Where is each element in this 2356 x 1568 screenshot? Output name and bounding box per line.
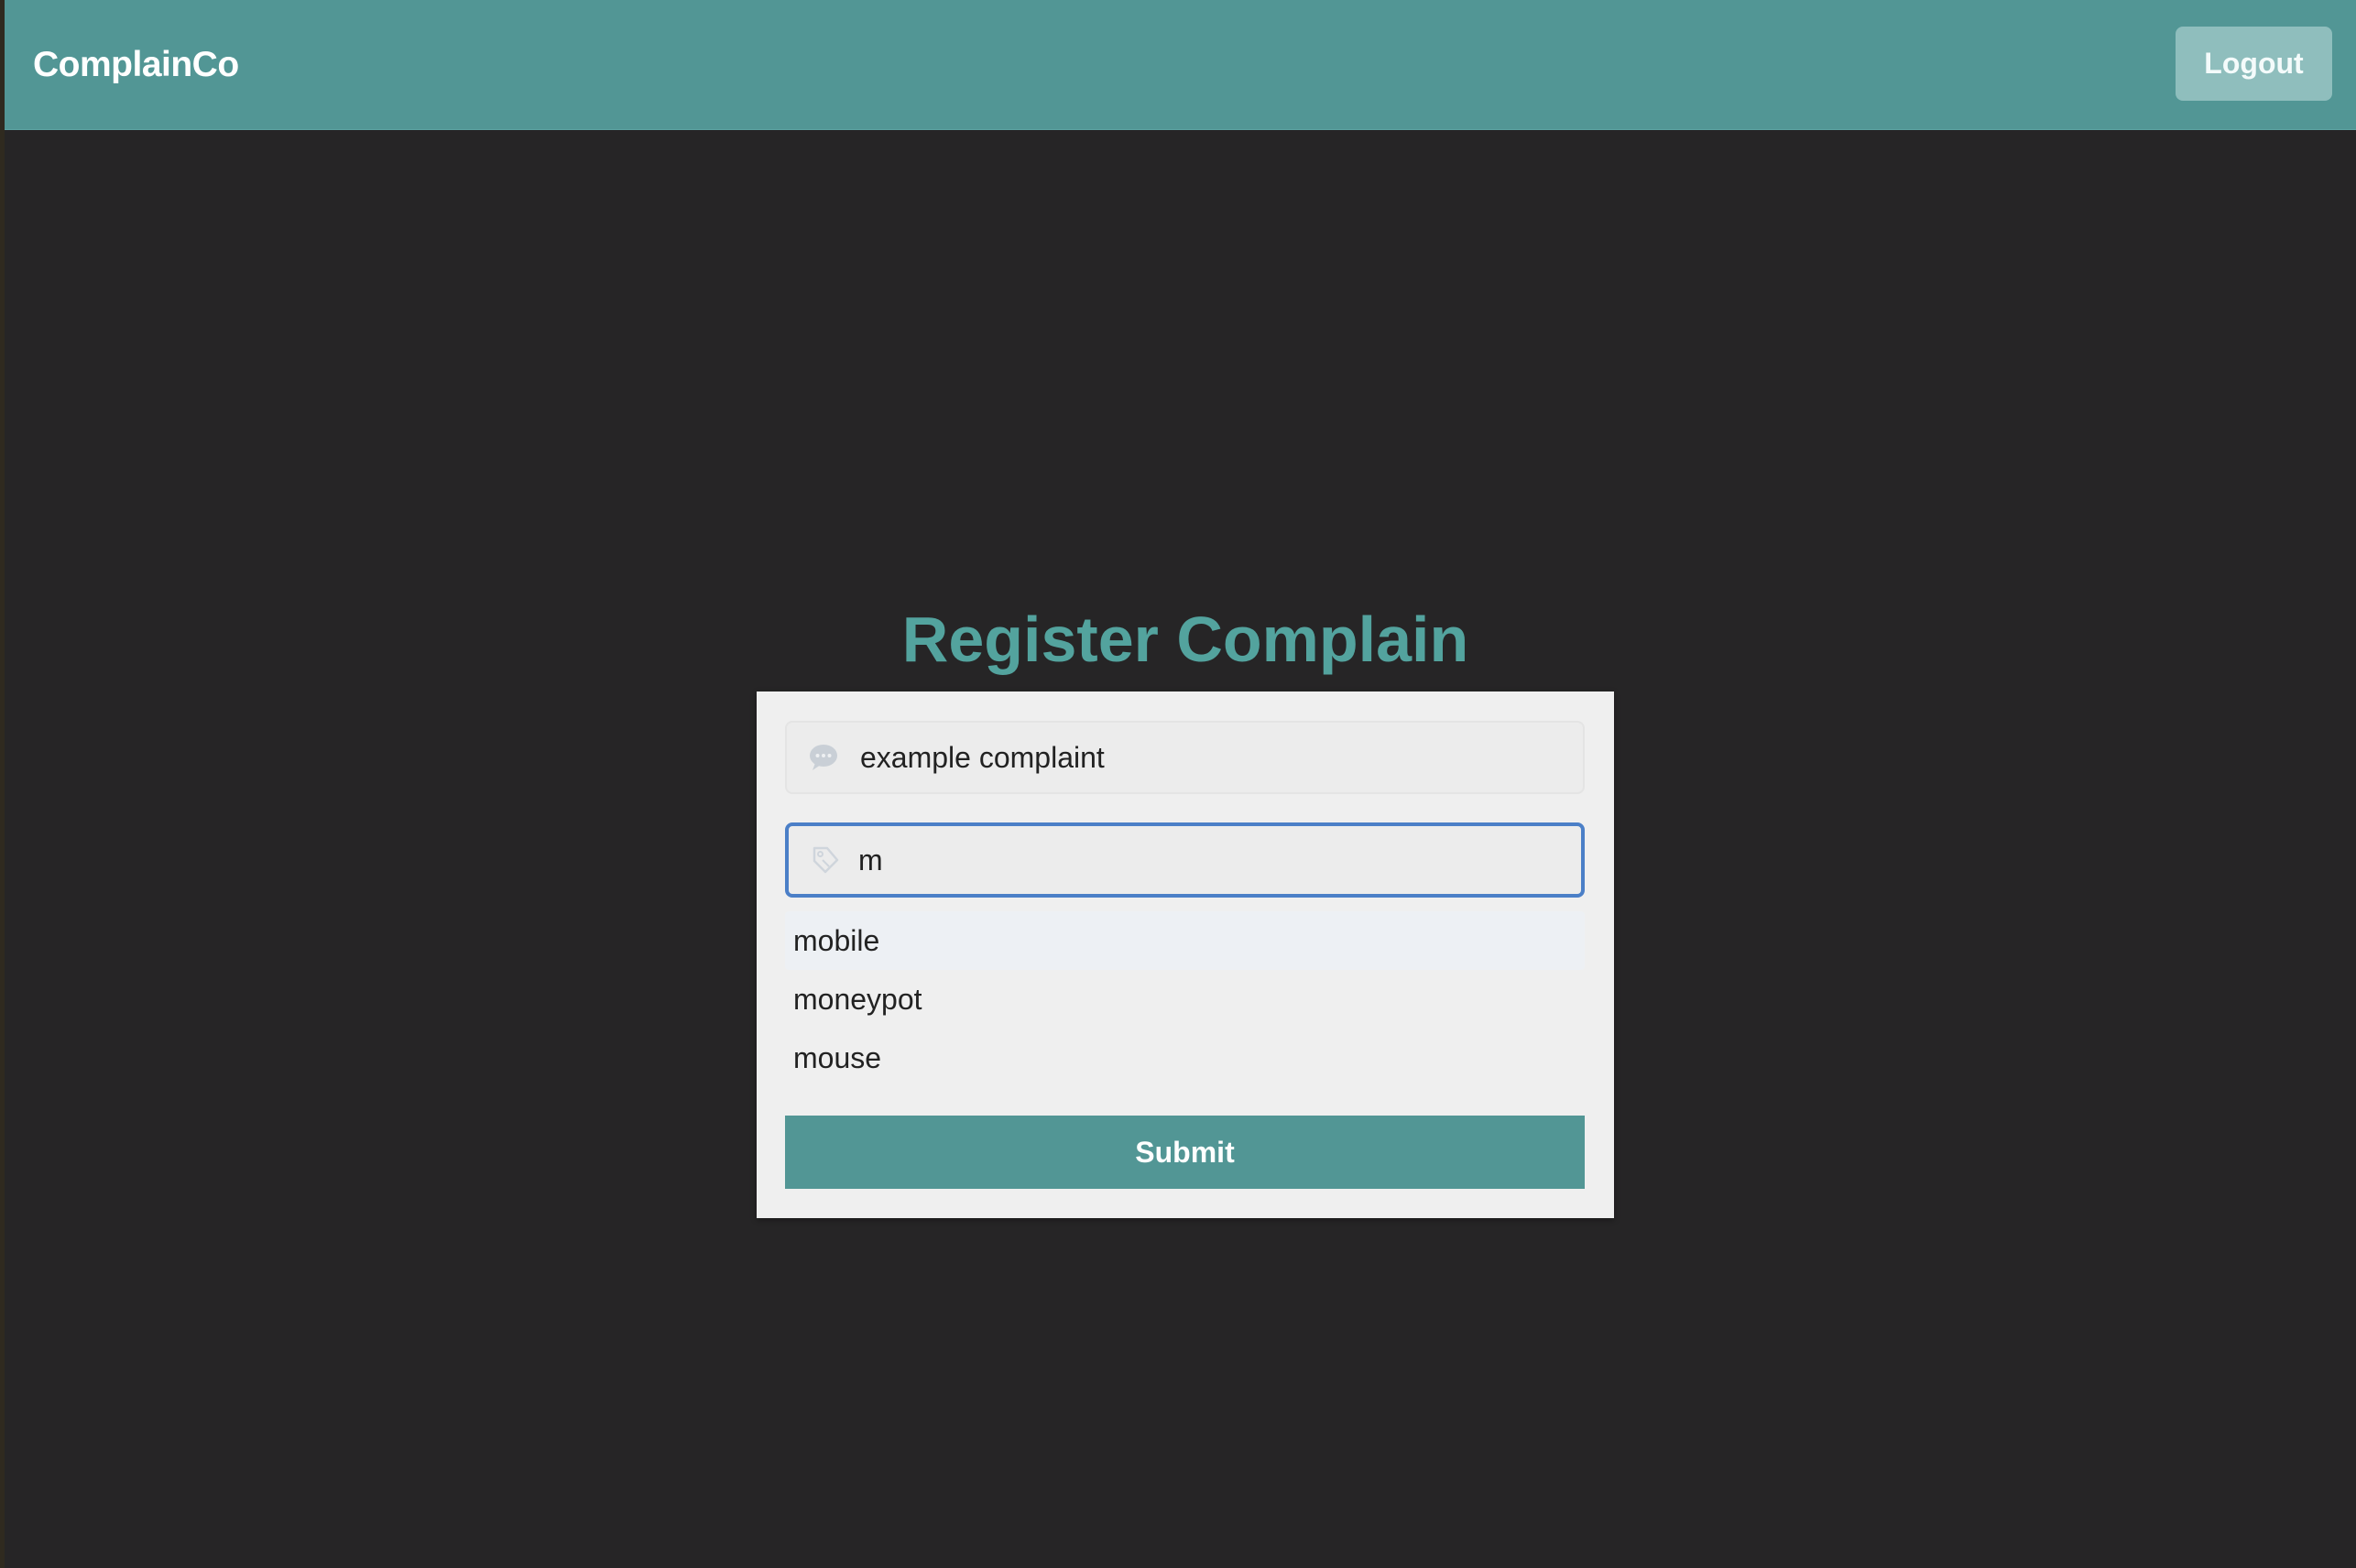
suggestion-item-mouse[interactable]: mouse — [785, 1029, 1585, 1087]
comment-icon — [807, 741, 840, 774]
product-input[interactable] — [858, 826, 1564, 894]
complaint-input[interactable] — [860, 723, 1565, 792]
complaint-form-card: mobile moneypot mouse Submit — [757, 691, 1614, 1218]
suggestion-item-mobile[interactable]: mobile — [785, 911, 1585, 970]
autocomplete-list: mobile moneypot mouse — [785, 911, 1585, 1087]
tag-icon — [809, 844, 842, 877]
page-title: Register Complain — [901, 604, 1469, 675]
top-navbar: ComplainCo Logout — [5, 0, 2356, 130]
product-field[interactable] — [785, 822, 1585, 898]
complaint-field[interactable] — [785, 721, 1585, 794]
app-page: ComplainCo Logout Register Complain exam… — [0, 0, 2356, 1568]
logout-button[interactable]: Logout — [2176, 27, 2332, 101]
window-edge — [0, 0, 5, 1568]
suggestion-item-moneypot[interactable]: moneypot — [785, 970, 1585, 1029]
brand-logo[interactable]: ComplainCo — [33, 40, 239, 90]
submit-button[interactable]: Submit — [785, 1116, 1585, 1189]
